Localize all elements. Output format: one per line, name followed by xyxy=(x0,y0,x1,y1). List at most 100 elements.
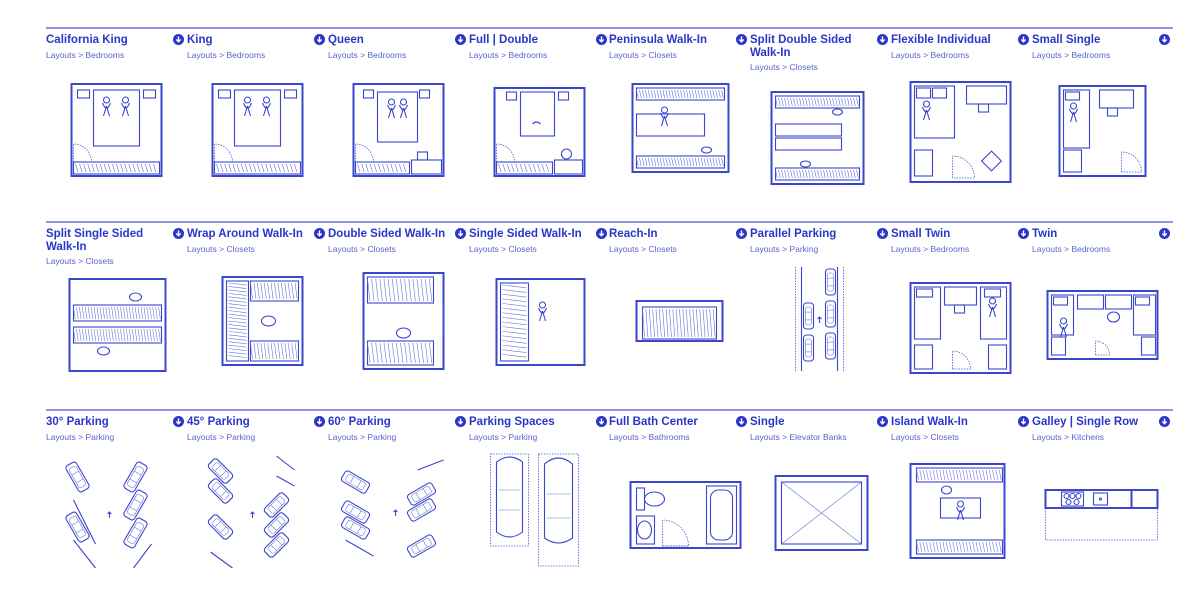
download-circle-icon[interactable] xyxy=(1018,34,1029,45)
layout-card[interactable]: Full Bath Center Layouts > Bathrooms xyxy=(609,409,750,549)
layout-card[interactable]: Single Layouts > Elevator Banks xyxy=(750,409,891,551)
download-circle-icon[interactable] xyxy=(1159,34,1170,45)
download-circle-icon[interactable] xyxy=(736,34,747,45)
floor-plan-drawing[interactable] xyxy=(469,255,610,385)
floor-plan-drawing[interactable] xyxy=(891,440,1032,570)
floor-plan-drawing[interactable] xyxy=(46,62,187,192)
card-title[interactable]: Twin xyxy=(1032,228,1173,241)
floor-plan-drawing[interactable] xyxy=(469,440,610,570)
card-breadcrumb[interactable]: Layouts > Closets xyxy=(187,244,328,254)
card-title[interactable]: King xyxy=(187,34,328,47)
download-circle-icon[interactable] xyxy=(455,228,466,239)
download-circle-icon[interactable] xyxy=(173,34,184,45)
floor-plan-drawing[interactable] xyxy=(1032,255,1173,385)
layout-card[interactable]: Double Sided Walk-In Layouts > Closets xyxy=(328,221,469,370)
download-circle-icon[interactable] xyxy=(596,228,607,239)
floor-plan-drawing[interactable] xyxy=(46,255,187,385)
download-circle-icon[interactable] xyxy=(173,416,184,427)
floor-plan-drawing[interactable] xyxy=(750,255,891,385)
card-title[interactable]: Galley | Single Row xyxy=(1032,416,1173,429)
floor-plan-drawing[interactable] xyxy=(750,440,891,570)
floor-plan-drawing[interactable] xyxy=(328,255,469,385)
floor-plan-drawing[interactable] xyxy=(469,62,610,192)
card-title[interactable]: 45° Parking xyxy=(187,416,328,429)
layout-card[interactable]: Twin Layouts > Bedrooms xyxy=(1032,221,1173,360)
card-title[interactable]: California King xyxy=(46,34,187,47)
card-breadcrumb[interactable]: Layouts > Bedrooms xyxy=(187,50,328,60)
card-title[interactable]: Full Bath Center xyxy=(609,416,750,429)
floor-plan-drawing[interactable] xyxy=(46,440,187,570)
layout-card[interactable]: 30° Parking Layouts > Parking xyxy=(46,409,187,569)
card-title[interactable]: Peninsula Walk-In xyxy=(609,34,750,47)
layout-card[interactable]: Island Walk-In Layouts > Closets xyxy=(891,409,1032,559)
card-breadcrumb[interactable]: Layouts > Bedrooms xyxy=(1032,244,1173,254)
layout-card[interactable]: 45° Parking Layouts > Parking xyxy=(187,409,328,569)
layout-card[interactable]: Parallel Parking Layouts > Parking xyxy=(750,221,891,371)
download-circle-icon[interactable] xyxy=(596,34,607,45)
download-circle-icon[interactable] xyxy=(1018,228,1029,239)
card-breadcrumb[interactable]: Layouts > Closets xyxy=(609,244,750,254)
floor-plan-drawing[interactable] xyxy=(609,255,750,385)
floor-plan-drawing[interactable] xyxy=(891,255,1032,385)
layout-card[interactable]: Split Double Sided Walk-In Layouts > Clo… xyxy=(750,27,891,185)
floor-plan-drawing[interactable] xyxy=(750,62,891,192)
card-title[interactable]: Single xyxy=(750,416,891,429)
card-title[interactable]: Wrap Around Walk-In xyxy=(187,228,328,241)
card-title[interactable]: 60° Parking xyxy=(328,416,469,429)
download-circle-icon[interactable] xyxy=(314,34,325,45)
download-circle-icon[interactable] xyxy=(877,416,888,427)
download-circle-icon[interactable] xyxy=(1159,416,1170,427)
floor-plan-drawing[interactable] xyxy=(1032,62,1173,192)
download-circle-icon[interactable] xyxy=(173,228,184,239)
card-title[interactable]: Reach-In xyxy=(609,228,750,241)
layout-card[interactable]: King Layouts > Bedrooms xyxy=(187,27,328,177)
card-breadcrumb[interactable]: Layouts > Bedrooms xyxy=(891,244,1032,254)
floor-plan-drawing[interactable] xyxy=(187,255,328,385)
download-circle-icon[interactable] xyxy=(1159,228,1170,239)
floor-plan-drawing[interactable] xyxy=(1032,440,1173,570)
floor-plan-drawing[interactable] xyxy=(187,62,328,192)
download-circle-icon[interactable] xyxy=(314,228,325,239)
layout-card[interactable]: Full | Double Layouts > Bedrooms xyxy=(469,27,610,177)
card-breadcrumb[interactable]: Layouts > Bedrooms xyxy=(1032,50,1173,60)
card-title[interactable]: 30° Parking xyxy=(46,416,187,429)
card-breadcrumb[interactable]: Layouts > Parking xyxy=(750,244,891,254)
floor-plan-drawing[interactable] xyxy=(609,440,750,570)
layout-card[interactable]: Single Sided Walk-In Layouts > Closets xyxy=(469,221,610,366)
card-breadcrumb[interactable]: Layouts > Bedrooms xyxy=(46,50,187,60)
card-title[interactable]: Split Double Sided Walk-In xyxy=(750,34,891,59)
card-title[interactable]: Double Sided Walk-In xyxy=(328,228,469,241)
download-circle-icon[interactable] xyxy=(877,228,888,239)
floor-plan-drawing[interactable] xyxy=(187,440,328,570)
layout-card[interactable]: Small Single Layouts > Bedrooms xyxy=(1032,27,1173,177)
card-title[interactable]: Full | Double xyxy=(469,34,610,47)
floor-plan-drawing[interactable] xyxy=(328,440,469,570)
layout-card[interactable]: Peninsula Walk-In Layouts > Closets xyxy=(609,27,750,173)
card-title[interactable]: Island Walk-In xyxy=(891,416,1032,429)
card-title[interactable]: Small Single xyxy=(1032,34,1173,47)
layout-card[interactable]: 60° Parking Layouts > Parking xyxy=(328,409,469,558)
floor-plan-drawing[interactable] xyxy=(328,62,469,192)
card-title[interactable]: Split Single Sided Walk-In xyxy=(46,228,187,253)
download-circle-icon[interactable] xyxy=(736,228,747,239)
layout-card[interactable]: California King Layouts > Bedrooms xyxy=(46,27,187,177)
download-circle-icon[interactable] xyxy=(455,416,466,427)
card-breadcrumb[interactable]: Layouts > Closets xyxy=(609,50,750,60)
download-circle-icon[interactable] xyxy=(314,416,325,427)
layout-card[interactable]: Small Twin Layouts > Bedrooms xyxy=(891,221,1032,374)
layout-card[interactable]: Queen Layouts > Bedrooms xyxy=(328,27,469,177)
download-circle-icon[interactable] xyxy=(736,416,747,427)
card-title[interactable]: Parking Spaces xyxy=(469,416,610,429)
card-title[interactable]: Single Sided Walk-In xyxy=(469,228,610,241)
download-circle-icon[interactable] xyxy=(877,34,888,45)
card-breadcrumb[interactable]: Layouts > Closets xyxy=(328,244,469,254)
floor-plan-drawing[interactable] xyxy=(891,62,1032,192)
download-circle-icon[interactable] xyxy=(596,416,607,427)
layout-card[interactable]: Parking Spaces Layouts > Parking xyxy=(469,409,610,567)
card-breadcrumb[interactable]: Layouts > Bedrooms xyxy=(328,50,469,60)
card-title[interactable]: Parallel Parking xyxy=(750,228,891,241)
card-title[interactable]: Queen xyxy=(328,34,469,47)
layout-card[interactable]: Split Single Sided Walk-In Layouts > Clo… xyxy=(46,221,187,372)
layout-card[interactable]: Reach-In Layouts > Closets xyxy=(609,221,750,342)
card-title[interactable]: Flexible Individual xyxy=(891,34,1032,47)
